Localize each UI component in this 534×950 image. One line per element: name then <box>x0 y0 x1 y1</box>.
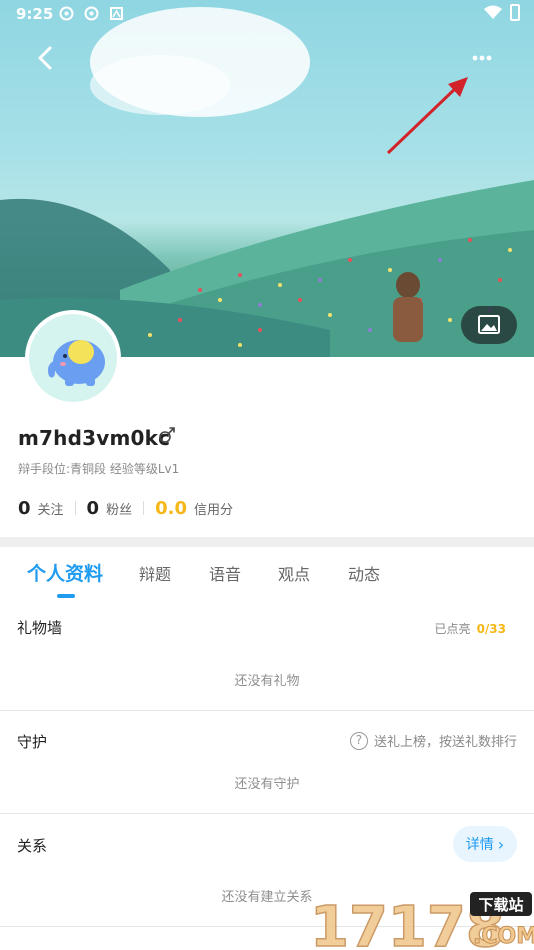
section-separator <box>0 537 534 547</box>
chevron-right-icon: › <box>497 834 505 854</box>
following-stat[interactable]: 0 关注 <box>18 498 64 519</box>
following-count: 0 <box>18 497 31 519</box>
notification-icon <box>84 6 99 21</box>
wifi-icon <box>484 5 502 19</box>
site-watermark: 17178 下载站 .COM <box>308 888 534 950</box>
gift-lit-progress: 已点亮 0/33 <box>435 620 506 637</box>
tab-voice[interactable]: 语音 <box>209 561 241 585</box>
more-button[interactable] <box>462 46 502 70</box>
notification-icon <box>59 6 74 21</box>
status-bar: 9:25 <box>0 0 534 28</box>
profile-tabs: 个人资料 辩题 语音 观点 动态 <box>0 547 534 605</box>
credit-stat[interactable]: 0.0 信用分 <box>155 498 233 519</box>
profile-stats: 0 关注 0 粉丝 0.0 信用分 <box>18 496 233 520</box>
guard-hint-text: 送礼上榜，按送礼数排行 <box>373 735 517 750</box>
help-icon: ? <box>349 731 368 750</box>
gift-lit-label: 已点亮 <box>434 622 471 636</box>
gift-lit-count: 0/33 <box>476 622 506 636</box>
back-button[interactable] <box>28 40 64 76</box>
rank-info: 辩手段位:青铜段 经验等级Lv1 <box>18 462 180 476</box>
gift-wall-title: 礼物墙 <box>17 619 63 637</box>
avatar[interactable] <box>25 310 121 406</box>
tab-activity[interactable]: 动态 <box>348 561 380 585</box>
status-time: 9:25 <box>16 5 54 23</box>
followers-count: 0 <box>86 497 100 519</box>
guard-title: 守护 <box>17 733 48 751</box>
profile-cover-image <box>0 0 534 357</box>
followers-label: 粉丝 <box>106 502 133 518</box>
credit-score: 0.0 <box>155 497 187 519</box>
relation-detail-button[interactable]: 详情 › <box>453 826 517 862</box>
username: m7hd3vm0kc <box>18 426 171 450</box>
tab-topics[interactable]: 辩题 <box>139 561 171 585</box>
active-tab-indicator <box>57 594 75 598</box>
change-cover-button[interactable] <box>461 306 517 344</box>
relation-title: 关系 <box>17 837 48 855</box>
chevron-left-icon <box>38 46 52 70</box>
male-icon <box>159 427 175 443</box>
image-icon <box>478 315 500 334</box>
tab-profile[interactable]: 个人资料 <box>27 559 103 586</box>
svg-text:.COM: .COM <box>473 924 534 949</box>
gift-empty-text: 还没有礼物 <box>234 674 300 689</box>
tab-opinions[interactable]: 观点 <box>278 561 310 585</box>
divider <box>0 813 534 814</box>
followers-stat[interactable]: 0 粉丝 <box>87 498 133 519</box>
svg-text:下载站: 下载站 <box>478 896 523 914</box>
more-horizontal-icon <box>472 55 492 61</box>
guard-hint[interactable]: ? 送礼上榜，按送礼数排行 <box>349 731 517 750</box>
app-notification-icon <box>110 7 123 20</box>
following-label: 关注 <box>37 502 64 518</box>
divider <box>0 710 534 711</box>
battery-icon <box>510 4 520 21</box>
guard-empty-text: 还没有守护 <box>234 777 300 792</box>
detail-label: 详情 <box>465 837 494 853</box>
elephant-avatar-icon <box>47 340 105 386</box>
stat-divider <box>143 501 145 515</box>
credit-label: 信用分 <box>193 502 233 518</box>
stat-divider <box>74 501 76 515</box>
